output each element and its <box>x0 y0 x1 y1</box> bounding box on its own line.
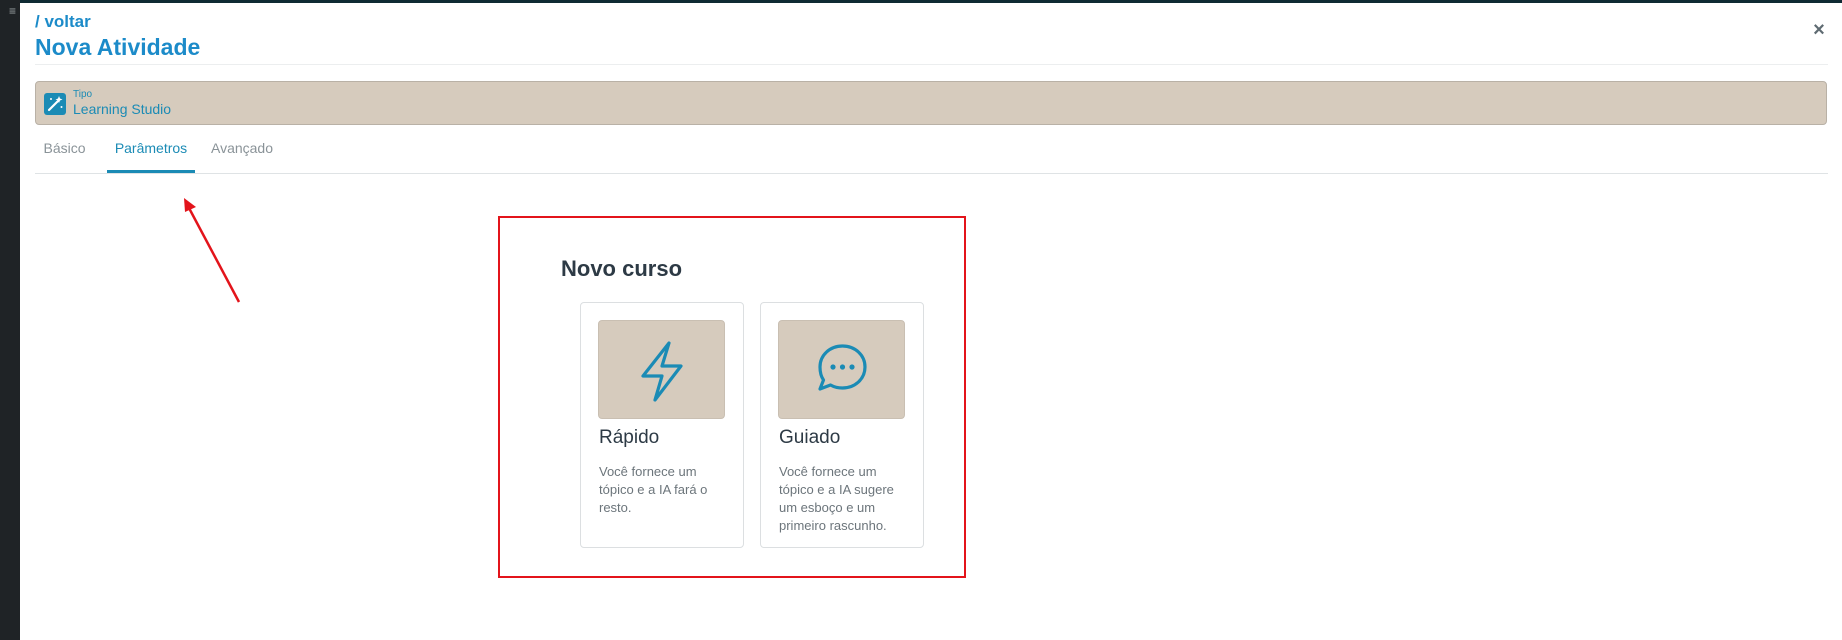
modal-header: / voltar Nova Atividade <box>35 11 200 62</box>
page-title: Nova Atividade <box>35 34 201 60</box>
card-title: Guiado <box>779 427 841 448</box>
option-card-guiado[interactable]: Guiado Você fornece um tópico e a IA sug… <box>760 302 924 548</box>
back-link[interactable]: / voltar <box>35 11 200 32</box>
background-backdrop: ≡ <box>0 0 20 640</box>
activity-type-bar: Tipo Learning Studio <box>35 81 1827 125</box>
card-description: Você fornece um tópico e a IA fará o res… <box>599 464 708 515</box>
tab-parametros[interactable]: Parâmetros <box>107 133 195 173</box>
card-description: Você fornece um tópico e a IA sugere um … <box>779 464 894 533</box>
tabs-divider <box>35 173 1828 174</box>
lightning-icon <box>641 341 683 402</box>
section-title: Novo curso <box>561 256 683 281</box>
card-thumbnail <box>598 320 725 419</box>
chat-bubble-icon <box>818 344 867 391</box>
type-label: Tipo <box>73 89 93 100</box>
magic-wand-icon <box>44 93 66 115</box>
card-thumbnail <box>778 320 905 419</box>
close-button[interactable]: × <box>1808 19 1830 41</box>
header-divider <box>35 64 1828 65</box>
tab-basico[interactable]: Básico <box>35 133 94 173</box>
option-card-rapido[interactable]: Rápido Você fornece um tópico e a IA far… <box>580 302 744 548</box>
tab-avancado[interactable]: Avançado <box>205 133 279 173</box>
type-value: Learning Studio <box>73 101 172 117</box>
card-title: Rápido <box>599 427 660 448</box>
